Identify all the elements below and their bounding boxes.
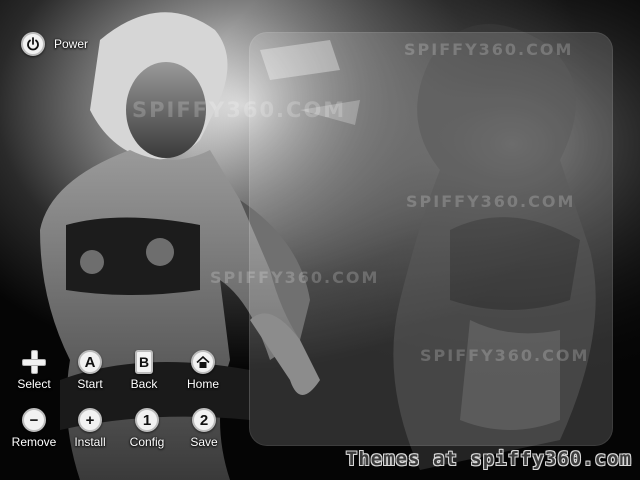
b-button-icon: B	[135, 350, 153, 374]
config-control[interactable]: 1 Config	[119, 407, 175, 449]
home-label: Home	[186, 377, 219, 391]
select-control[interactable]: Select	[6, 349, 62, 391]
back-label: Back	[130, 377, 158, 391]
credit-text: Themes at spiffy360.com	[345, 448, 632, 470]
power-button[interactable]: Power	[21, 32, 88, 56]
save-label: Save	[190, 435, 218, 449]
back-control[interactable]: B Back	[116, 349, 172, 391]
install-control[interactable]: + Install	[62, 407, 118, 449]
power-label: Power	[54, 37, 89, 51]
preview-panel	[249, 32, 613, 446]
config-label: Config	[129, 435, 165, 449]
plus-button-icon: +	[78, 408, 102, 432]
minus-button-icon: −	[22, 408, 46, 432]
home-icon	[191, 350, 215, 374]
install-label: Install	[74, 435, 106, 449]
dpad-icon	[22, 350, 46, 374]
start-control[interactable]: A Start	[62, 349, 118, 391]
save-control[interactable]: 2 Save	[176, 407, 232, 449]
a-button-icon: A	[78, 350, 102, 374]
select-label: Select	[17, 377, 51, 391]
remove-control[interactable]: − Remove	[6, 407, 62, 449]
two-button-icon: 2	[192, 408, 216, 432]
one-button-icon: 1	[135, 408, 159, 432]
power-icon	[21, 32, 45, 56]
remove-label: Remove	[11, 435, 57, 449]
start-label: Start	[77, 377, 103, 391]
home-control[interactable]: Home	[175, 349, 231, 391]
